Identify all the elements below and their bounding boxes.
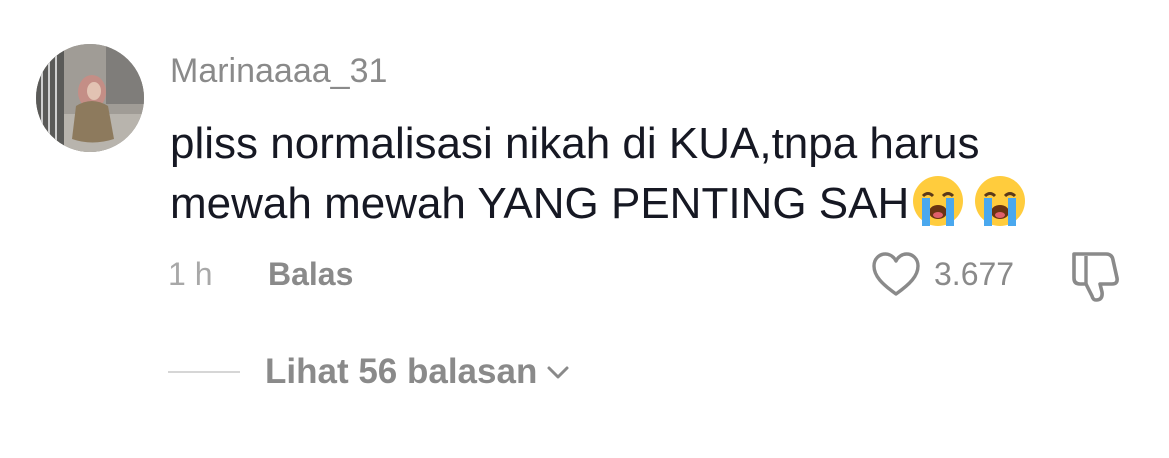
loudly-crying-face-icon bbox=[913, 176, 964, 226]
view-replies-label: Lihat 56 balasan bbox=[265, 352, 538, 391]
view-replies-button[interactable]: Lihat 56 balasan bbox=[265, 350, 573, 394]
avatar[interactable] bbox=[36, 44, 144, 152]
comment-text: pliss normalisasi nikah di KUA,tnpa haru… bbox=[170, 119, 980, 228]
comment-timestamp: 1 h bbox=[168, 256, 213, 292]
comment-username[interactable]: Marinaaaa_31 bbox=[170, 50, 387, 92]
replies-divider bbox=[168, 371, 240, 373]
heart-outline-icon[interactable] bbox=[870, 250, 922, 298]
reply-button[interactable]: Balas bbox=[268, 254, 353, 294]
comment-text-block: pliss normalisasi nikah di KUA,tnpa haru… bbox=[170, 114, 1090, 234]
chevron-down-icon bbox=[547, 366, 569, 379]
loudly-crying-face-icon bbox=[975, 176, 1026, 226]
thumbs-down-outline-icon[interactable] bbox=[1068, 248, 1124, 304]
like-count: 3.677 bbox=[934, 256, 1015, 292]
